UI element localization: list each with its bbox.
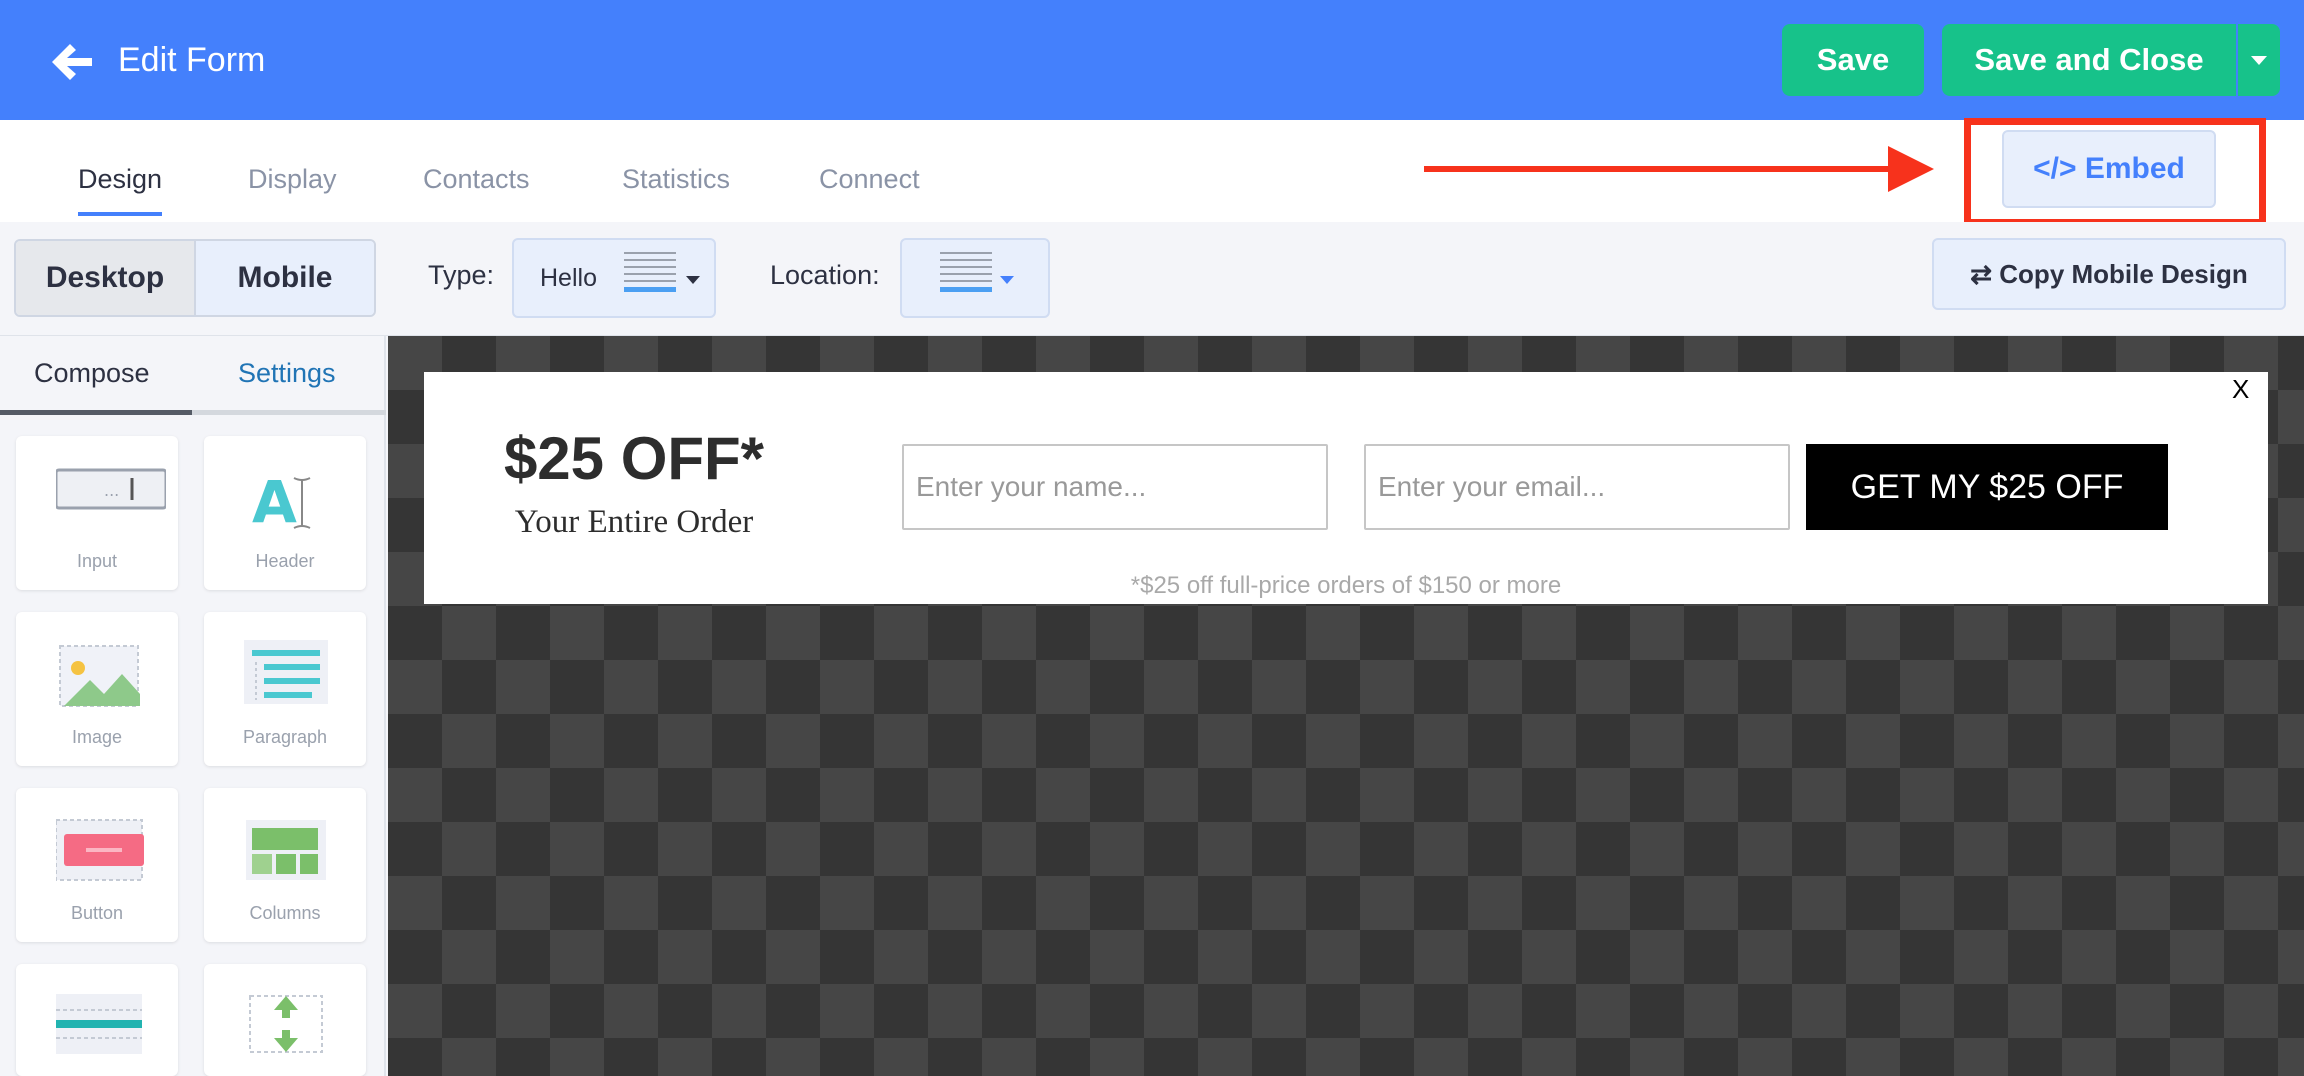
tab-statistics[interactable]: Statistics [622, 164, 730, 216]
desktop-button[interactable]: Desktop [16, 241, 196, 315]
paragraph-tile[interactable]: Paragraph [204, 612, 366, 766]
location-dropdown[interactable] [900, 238, 1050, 318]
paragraph-icon [244, 640, 328, 704]
tab-design[interactable]: Design [78, 164, 163, 216]
layout-lines-icon [940, 252, 992, 304]
tile-label: Paragraph [242, 727, 328, 747]
elements-panel: Compose Settings ... Input A Header Imag… [0, 336, 386, 1076]
type-label: Type: [428, 260, 495, 290]
tab-compose[interactable]: Compose [34, 358, 150, 389]
annotation-highlight-box [1964, 118, 2266, 226]
type-dropdown[interactable]: Hello [512, 238, 716, 318]
arrow-left-icon[interactable] [48, 38, 96, 86]
layout-lines-icon [624, 252, 676, 304]
inactive-tab-indicator [192, 410, 386, 415]
tab-settings[interactable]: Settings [238, 358, 336, 389]
tile-label: Columns [249, 903, 321, 923]
chevron-down-icon [1000, 276, 1014, 284]
image-tile[interactable]: Image [16, 612, 178, 766]
svg-text:A: A [252, 468, 297, 536]
device-toggle: Desktop Mobile [14, 239, 376, 317]
get-discount-button[interactable]: GET MY $25 OFF [1806, 444, 2168, 530]
popup-subline: Your Entire Order [514, 504, 754, 540]
tab-bar: Design Display Contacts Statistics Conne… [0, 120, 2304, 222]
email-input[interactable]: Enter your email... [1364, 444, 1790, 530]
tile-label: Button [70, 903, 124, 923]
panel-tabs: Compose Settings [0, 336, 386, 416]
form-popup-preview: X $25 OFF* Your Entire Order Enter your … [424, 372, 2268, 604]
columns-icon [246, 820, 326, 880]
tab-display[interactable]: Display [248, 164, 337, 216]
design-toolbar: Desktop Mobile Type: Hello Location: ⇄ C… [0, 222, 2304, 336]
button-icon [56, 819, 144, 881]
columns-tile[interactable]: Columns [204, 788, 366, 942]
top-bar: Edit Form Save Save and Close [0, 0, 2304, 120]
chevron-down-icon [686, 276, 700, 284]
tab-contacts[interactable]: Contacts [423, 164, 530, 216]
save-button[interactable]: Save [1782, 24, 1924, 96]
save-and-close-button[interactable]: Save and Close [1942, 24, 2236, 96]
input-field-icon: ... [56, 468, 166, 510]
location-label: Location: [770, 260, 880, 290]
annotation-arrow-head [1888, 146, 1934, 192]
type-value: Hello [540, 264, 597, 292]
close-icon[interactable]: X [2232, 374, 2249, 405]
active-tab-indicator [0, 410, 192, 415]
svg-text:...: ... [104, 481, 119, 500]
popup-headline: $25 OFF* [503, 425, 765, 492]
popup-disclaimer: *$25 off full-price orders of $150 or mo… [1130, 572, 1562, 599]
header-tile[interactable]: A Header [204, 436, 366, 590]
divider-tile[interactable] [16, 964, 178, 1076]
tile-label: Header [255, 551, 315, 571]
mobile-button[interactable]: Mobile [196, 241, 374, 315]
tile-label: Image [71, 727, 123, 747]
input-tile[interactable]: ... Input [16, 436, 178, 590]
annotation-arrow-line [1424, 166, 1900, 172]
spacer-icon [249, 995, 323, 1053]
header-text-icon: A [252, 468, 311, 536]
page-title: Edit Form [118, 41, 266, 79]
button-tile[interactable]: Button [16, 788, 178, 942]
tile-label: Input [76, 551, 118, 571]
tab-connect[interactable]: Connect [819, 164, 920, 216]
divider-icon [56, 994, 142, 1054]
image-icon [59, 645, 140, 707]
save-options-dropdown-button[interactable] [2238, 24, 2280, 96]
name-input[interactable]: Enter your name... [902, 444, 1328, 530]
copy-mobile-design-button[interactable]: ⇄ Copy Mobile Design [1932, 238, 2286, 310]
spacer-tile[interactable] [204, 964, 366, 1076]
